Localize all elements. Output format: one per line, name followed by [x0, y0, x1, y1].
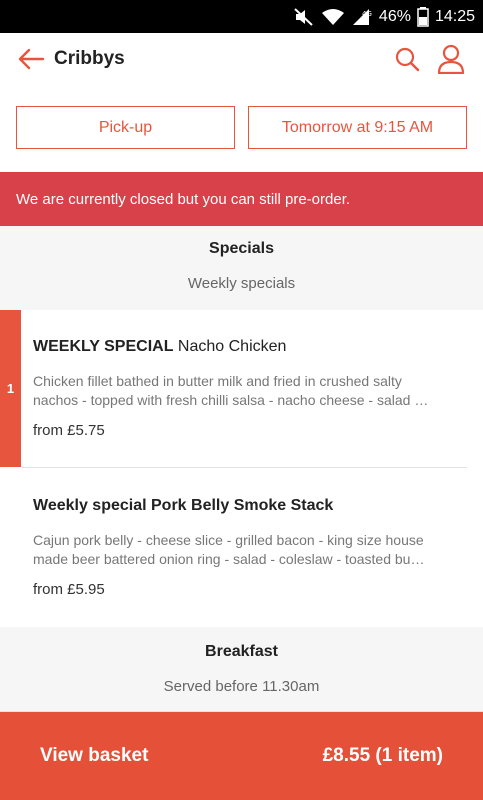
item-name: Weekly special Pork Belly Smoke Stack	[33, 497, 333, 515]
section-header-specials: Specials Weekly specials	[0, 226, 483, 310]
section-title: Specials	[209, 240, 274, 257]
basket-label: View basket	[40, 745, 149, 766]
section-subtitle: Weekly specials	[187, 275, 296, 292]
battery-percent: 46%	[378, 7, 411, 25]
app-bar: Cribbys	[0, 33, 483, 85]
time-button[interactable]: Tomorrow at 9:15 AM	[248, 106, 467, 149]
section-title: Breakfast	[205, 643, 278, 660]
pickup-button[interactable]: Pick-up	[16, 106, 235, 149]
section-header-breakfast: Breakfast Served before 11.30am	[0, 627, 483, 712]
clock: 14:25	[434, 7, 475, 25]
item-name-bold: Weekly special Pork Belly Smoke Stack	[33, 497, 334, 514]
search-button[interactable]	[387, 39, 427, 79]
closed-banner-text: We are currently closed but you can stil…	[16, 190, 351, 208]
item-price: from £5.95	[33, 581, 105, 598]
menu-item[interactable]: Weekly special Pork Belly Smoke Stack Ca…	[0, 469, 483, 627]
closed-banner: We are currently closed but you can stil…	[0, 172, 483, 226]
arrow-left-icon	[18, 48, 45, 70]
item-name-rest: Nacho Chicken	[173, 338, 287, 355]
app-screen: 4G 46% 14:25 Cribbys Pick-up Tomorrow at…	[0, 0, 483, 800]
section-subtitle: Served before 11.30am	[163, 678, 320, 695]
quantity-badge: 1	[0, 310, 21, 467]
mute-icon	[293, 7, 315, 27]
account-button[interactable]	[431, 39, 471, 79]
item-description-line: nachos - topped with fresh chilli salsa …	[33, 392, 429, 408]
menu-item[interactable]: 1 WEEKLY SPECIAL Nacho Chicken Chicken f…	[0, 310, 483, 468]
user-icon	[437, 44, 465, 74]
divider	[22, 467, 467, 468]
order-options: Pick-up Tomorrow at 9:15 AM	[0, 85, 483, 172]
item-description-line: Cajun pork belly - cheese slice - grille…	[33, 532, 424, 548]
wifi-icon	[321, 7, 345, 27]
item-description: Cajun pork belly - cheese slice - grille…	[33, 531, 453, 569]
item-description-line: Chicken fillet bathed in butter milk and…	[33, 373, 402, 389]
status-bar: 4G 46% 14:25	[0, 0, 483, 33]
battery-icon	[417, 6, 429, 27]
page-title: Cribbys	[54, 48, 125, 69]
item-description: Chicken fillet bathed in butter milk and…	[33, 372, 453, 410]
basket-total: £8.55 (1 item)	[322, 745, 443, 766]
item-name: WEEKLY SPECIAL Nacho Chicken	[33, 338, 286, 356]
search-icon	[395, 47, 420, 72]
item-name-bold: WEEKLY SPECIAL	[33, 338, 174, 355]
item-description-line: made beer battered onion ring - salad - …	[33, 551, 425, 567]
back-button[interactable]	[8, 36, 54, 82]
item-price: from £5.75	[33, 422, 105, 439]
signal-icon: 4G	[351, 7, 373, 27]
view-basket-button[interactable]: View basket £8.55 (1 item)	[0, 712, 483, 800]
network-type: 4G	[362, 10, 372, 18]
